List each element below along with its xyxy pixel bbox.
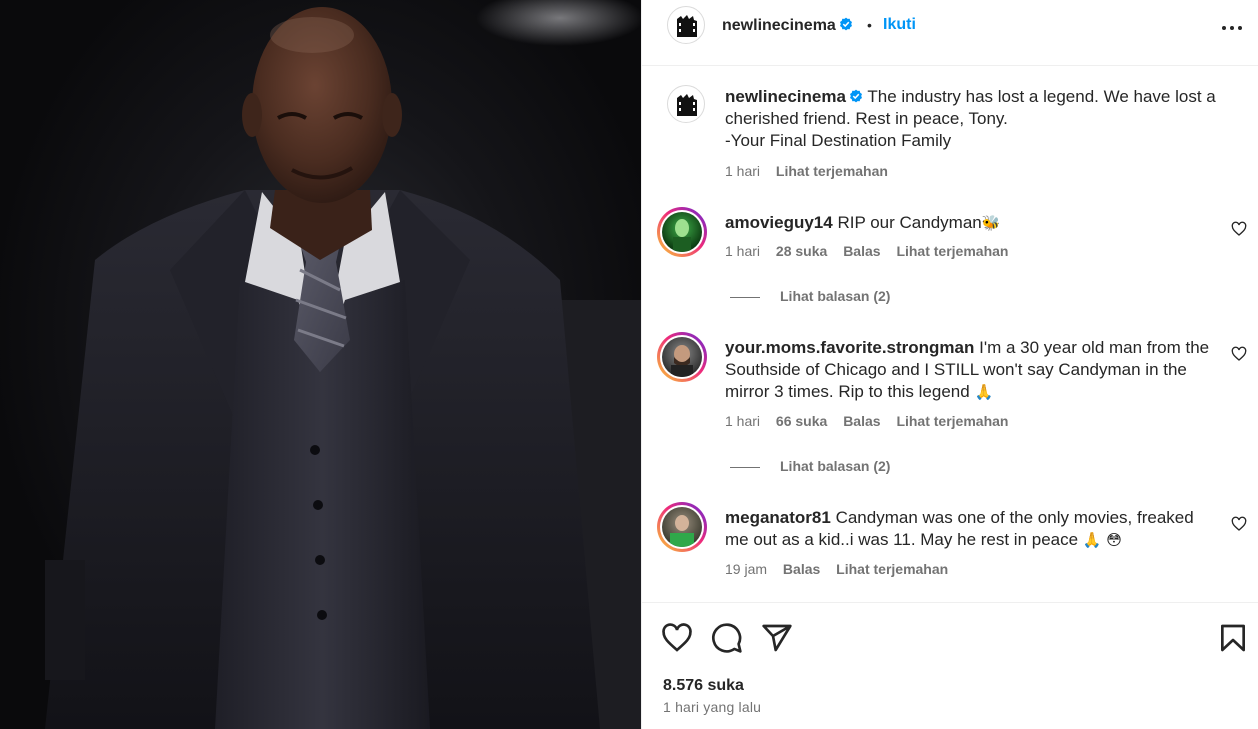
comments-section: newlinecinema The industry has lost a le… xyxy=(642,67,1258,603)
post-photo-illustration xyxy=(45,7,641,729)
caption-author-avatar[interactable] xyxy=(667,85,705,123)
comment-username[interactable]: your.moms.favorite.strongman xyxy=(725,338,974,357)
comment-line-3: mirror 3 times. Rip to this legend xyxy=(725,382,970,401)
comment-meta: 1 hari 66 suka Balas Lihat terjemahan xyxy=(725,413,1020,429)
caption-line-3: -Your Final Destination Family xyxy=(725,131,952,150)
verified-badge-icon xyxy=(839,17,852,31)
likes-count[interactable]: 8.576 suka xyxy=(663,677,744,695)
comment-time: 19 jam xyxy=(725,561,768,577)
comment-like-heart-icon[interactable] xyxy=(1231,346,1247,362)
avatar-image xyxy=(671,345,693,377)
post-image xyxy=(0,0,641,729)
post-timestamp: 1 hari yang lalu xyxy=(663,699,762,715)
commenter-avatar[interactable] xyxy=(657,332,707,382)
post-header: newlinecinema • Ikuti xyxy=(642,0,1258,66)
comment-line-1: Candyman was one of the only movies, fre… xyxy=(835,508,1194,527)
comment-line-1: I'm a 30 year old man from the xyxy=(979,338,1210,357)
caption-line-2: cherished friend. Rest in peace, Tony. xyxy=(725,109,1008,128)
comment-meta: 1 hari 28 suka Balas Lihat terjemahan xyxy=(725,243,1020,259)
caption-line-1: The industry has lost a legend. We have … xyxy=(867,87,1216,106)
comment-like-heart-icon[interactable] xyxy=(1231,516,1247,532)
comment-likes[interactable]: 66 suka xyxy=(776,413,827,429)
caption-time: 1 hari xyxy=(725,163,761,179)
comment-text: meganator81 Candyman was one of the only… xyxy=(725,507,1225,551)
comment-text: amovieguy14 RIP our Candyman🐝 xyxy=(725,212,1225,234)
author-username[interactable]: newlinecinema xyxy=(722,17,853,35)
pray-emoji: 🙏 xyxy=(1082,531,1102,549)
author-username-text: newlinecinema xyxy=(722,17,836,34)
translate-link[interactable]: Lihat terjemahan xyxy=(836,561,948,577)
caption-username[interactable]: newlinecinema xyxy=(725,87,846,106)
post-actions: 8.576 suka 1 hari yang lalu xyxy=(642,604,1258,729)
verified-badge-icon xyxy=(849,89,862,103)
translate-link[interactable]: Lihat terjemahan xyxy=(896,243,1008,259)
flushed-emoji: 😳 xyxy=(1106,531,1122,549)
reply-button[interactable]: Balas xyxy=(783,561,820,577)
comment-meta: 19 jam Balas Lihat terjemahan xyxy=(725,561,960,577)
reply-button[interactable]: Balas xyxy=(843,413,880,429)
avatar-image xyxy=(673,219,691,252)
reply-button[interactable]: Balas xyxy=(843,243,880,259)
header-separator: • xyxy=(867,17,872,33)
comment-line-2: me out as a kid..i was 11. May he rest i… xyxy=(725,530,1079,549)
view-replies-label: Lihat balasan (2) xyxy=(780,288,891,304)
caption-text: newlinecinema The industry has lost a le… xyxy=(725,86,1225,152)
translate-link[interactable]: Lihat terjemahan xyxy=(896,413,1008,429)
commenter-avatar[interactable] xyxy=(657,502,707,552)
newline-logo-icon xyxy=(677,15,697,37)
author-avatar[interactable] xyxy=(667,6,705,44)
comment-username[interactable]: amovieguy14 xyxy=(725,213,833,232)
comment-icon[interactable] xyxy=(711,622,743,654)
caption-meta: 1 hari Lihat terjemahan xyxy=(725,163,900,179)
comment-time: 1 hari xyxy=(725,243,761,259)
newline-logo-icon xyxy=(677,94,697,116)
view-replies-label: Lihat balasan (2) xyxy=(780,458,891,474)
post-detail-panel: newlinecinema • Ikuti newlinecinema The xyxy=(641,0,1258,729)
avatar-image xyxy=(670,515,694,547)
share-icon[interactable] xyxy=(761,622,793,654)
replies-divider xyxy=(730,466,760,468)
comment-line-2: Southside of Chicago and I STILL won't s… xyxy=(725,360,1187,379)
caption-translate-link[interactable]: Lihat terjemahan xyxy=(776,163,888,179)
commenter-avatar[interactable] xyxy=(657,207,707,257)
comment-time: 1 hari xyxy=(725,413,761,429)
view-replies-button[interactable]: Lihat balasan (2) xyxy=(730,458,890,474)
bee-emoji: 🐝 xyxy=(981,214,1001,232)
comment-like-heart-icon[interactable] xyxy=(1231,221,1247,237)
pray-emoji: 🙏 xyxy=(974,383,994,401)
comment-text: your.moms.favorite.strongman I'm a 30 ye… xyxy=(725,337,1225,403)
heart-icon[interactable] xyxy=(661,622,693,654)
comment-username[interactable]: meganator81 xyxy=(725,508,831,527)
more-options-icon[interactable] xyxy=(1220,18,1244,38)
replies-divider xyxy=(730,296,760,298)
bookmark-icon[interactable] xyxy=(1217,622,1249,654)
comment-likes[interactable]: 28 suka xyxy=(776,243,827,259)
comment-body: RIP our Candyman xyxy=(837,213,982,232)
follow-button[interactable]: Ikuti xyxy=(883,16,916,34)
view-replies-button[interactable]: Lihat balasan (2) xyxy=(730,288,890,304)
